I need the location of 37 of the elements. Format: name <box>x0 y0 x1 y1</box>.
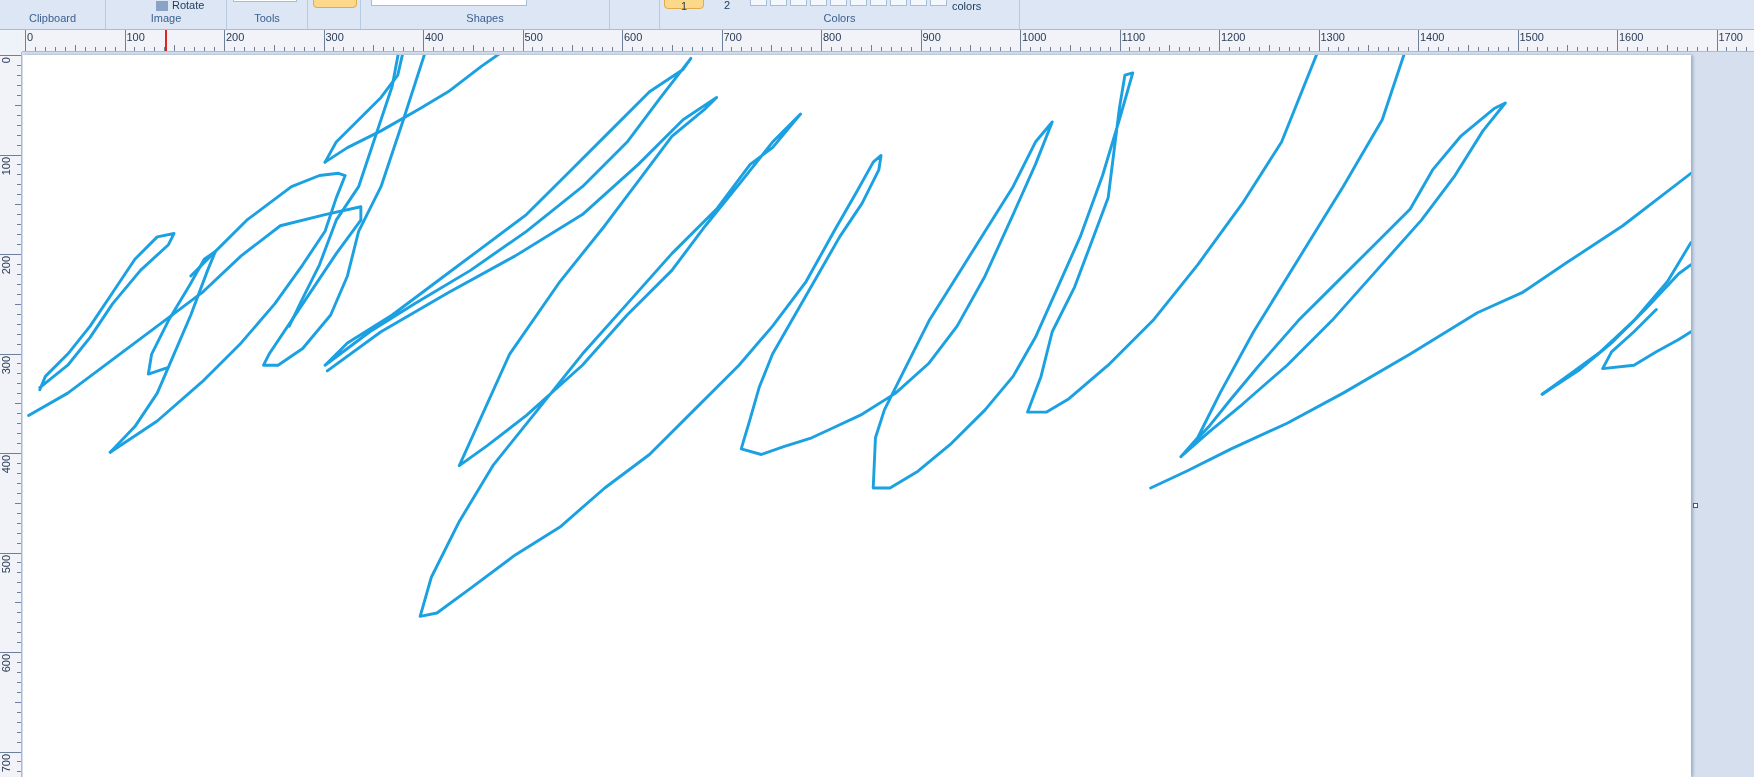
resize-handle[interactable] <box>1693 503 1698 508</box>
ruler-label: 900 <box>922 32 941 43</box>
ruler-label: 200 <box>226 32 245 43</box>
color-slot[interactable]: 2 <box>709 0 745 9</box>
ruler-label: 0 <box>27 32 34 43</box>
ruler-label: 1000 <box>1022 32 1047 43</box>
ruler-label: 100 <box>1 156 13 175</box>
ruler-label: 500 <box>1 554 13 573</box>
ruler-label: 0 <box>1 57 13 64</box>
ruler-label: 800 <box>823 32 842 43</box>
ruler-label: 1600 <box>1619 32 1644 43</box>
color-slot[interactable]: 1 <box>664 0 704 9</box>
group-label: Clipboard <box>27 10 78 26</box>
ruler-label: 700 <box>1 753 13 772</box>
group-label: Image <box>149 10 183 26</box>
ruler-label: 1400 <box>1420 32 1445 43</box>
ruler-label: 600 <box>1 654 13 673</box>
rotate-button[interactable]: Rotate <box>156 0 205 11</box>
ruler-label: 300 <box>1 355 13 374</box>
ruler-label: 1500 <box>1519 32 1544 43</box>
ruler-label: 400 <box>1 455 13 474</box>
ruler-label: 700 <box>723 32 742 43</box>
group-label: Tools <box>253 10 281 26</box>
ruler-label: 1300 <box>1320 32 1345 43</box>
ruler-label: 1700 <box>1718 32 1743 43</box>
ruler-label: 100 <box>126 32 145 43</box>
ruler-label: 1100 <box>1121 32 1146 43</box>
ruler-label: 600 <box>624 32 643 43</box>
cursor-marker <box>165 30 167 51</box>
ruler-label: 400 <box>425 32 444 43</box>
ruler-label: 500 <box>524 32 543 43</box>
edit-colors-label[interactable]: colors <box>952 0 982 12</box>
group-label: Shapes <box>465 10 505 26</box>
group-label: Colors <box>822 10 857 26</box>
ruler-label: 200 <box>1 256 13 275</box>
ruler-label: 1200 <box>1221 32 1246 43</box>
ruler-label: 300 <box>325 32 344 43</box>
